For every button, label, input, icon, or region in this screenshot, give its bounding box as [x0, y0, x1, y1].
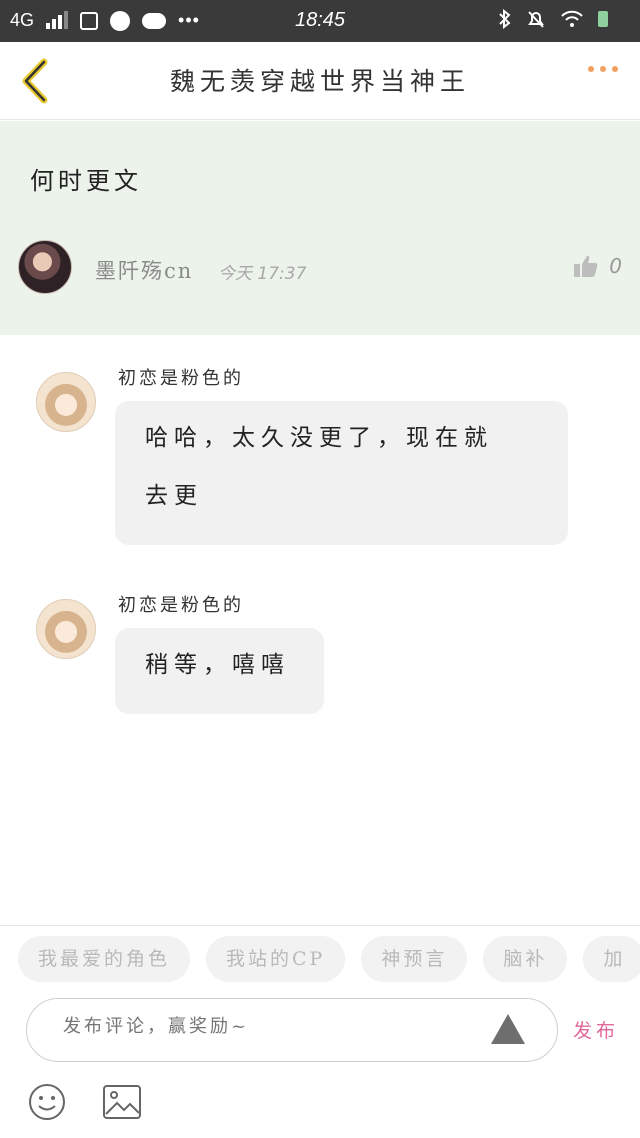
tag-chip[interactable]: 脑补: [483, 936, 568, 982]
comment-input[interactable]: [63, 1016, 463, 1037]
tag-bar: 我最爱的角色 我站的CP 神预言 脑补 加: [18, 936, 640, 982]
topic-post: 何时更文 墨阡殇cn 今天 17:37 0: [0, 121, 640, 335]
status-right: [498, 9, 608, 29]
divider: [0, 925, 640, 926]
avatar[interactable]: [18, 240, 72, 294]
like-count: 0: [609, 254, 622, 278]
tag-chip[interactable]: 加: [583, 936, 640, 982]
image-icon[interactable]: [102, 1084, 142, 1120]
comment-box: [26, 998, 558, 1062]
reply-author[interactable]: 初恋是粉色的: [118, 364, 244, 390]
message-line: 去更: [145, 483, 203, 509]
page-title: 魏无羡穿越世界当神王: [169, 67, 470, 96]
tag-chip[interactable]: 神预言: [361, 936, 468, 982]
emoji-icon[interactable]: [28, 1083, 66, 1121]
avatar[interactable]: [36, 599, 96, 659]
header: 魏无羡穿越世界当神王: [0, 42, 640, 120]
publish-button[interactable]: 发布: [573, 1016, 619, 1043]
send-icon[interactable]: [489, 1012, 527, 1046]
message-bubble: 稍等，嘻嘻: [115, 628, 324, 714]
topic-time: 今天 17:37: [218, 264, 307, 284]
more-button[interactable]: [588, 66, 618, 72]
like-button[interactable]: 0: [573, 253, 622, 279]
topic-text: 何时更文: [30, 167, 142, 195]
avatar[interactable]: [36, 372, 96, 432]
topic-author[interactable]: 墨阡殇cn: [95, 255, 193, 285]
message-line: 哈哈，太久没更了，现在就: [145, 425, 493, 451]
tag-chip[interactable]: 我最爱的角色: [18, 936, 191, 982]
reply-author[interactable]: 初恋是粉色的: [118, 591, 244, 617]
message-line: 稍等，嘻嘻: [145, 652, 290, 678]
battery-icon: [598, 11, 608, 27]
wifi-icon: [561, 10, 583, 27]
message-bubble: 哈哈，太久没更了，现在就 去更: [115, 401, 568, 545]
tag-chip[interactable]: 我站的CP: [206, 936, 346, 982]
bluetooth-icon: [499, 9, 511, 29]
thumbs-up-icon[interactable]: [573, 253, 599, 279]
status-bar: 4G ••• 18:45: [0, 0, 640, 42]
mute-icon: [528, 11, 544, 28]
